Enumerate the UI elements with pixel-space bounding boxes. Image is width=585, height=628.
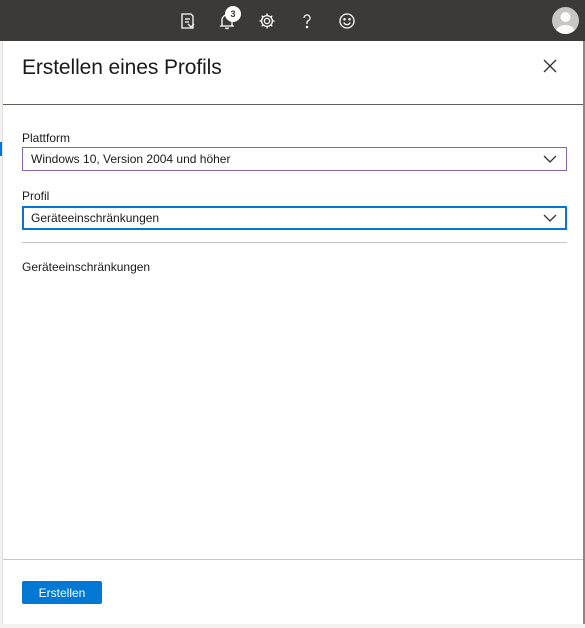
close-icon [543,59,557,73]
bottom-edge [0,624,585,628]
profile-label: Profil [22,189,50,203]
background-blade-accent [0,142,2,156]
platform-dropdown[interactable]: Windows 10, Version 2004 und höher [22,147,567,171]
notification-badge: 3 [225,6,241,22]
profile-type-description: Geräteeinschränkungen [22,260,151,274]
top-bar: 3 [0,0,585,41]
close-button[interactable] [538,54,562,78]
panel-title: Erstellen eines Profils [22,56,222,79]
platform-label: Plattform [22,131,71,145]
chevron-down-icon [543,214,557,222]
background-blade-edge [0,41,3,628]
platform-value: Windows 10, Version 2004 und höher [31,152,231,166]
smiley-icon[interactable] [334,8,360,34]
profile-value: Geräteeinschränkungen [31,211,160,225]
footer-divider [3,559,583,560]
avatar[interactable] [552,7,579,34]
chevron-down-icon [543,155,557,163]
create-button[interactable]: Erstellen [22,581,102,604]
profile-dropdown[interactable]: Geräteeinschränkungen [22,206,567,230]
feedback-filter-icon[interactable] [175,8,201,34]
gear-icon[interactable] [254,8,280,34]
section-divider [22,242,567,243]
header-divider [3,104,583,105]
help-icon[interactable] [294,8,320,34]
